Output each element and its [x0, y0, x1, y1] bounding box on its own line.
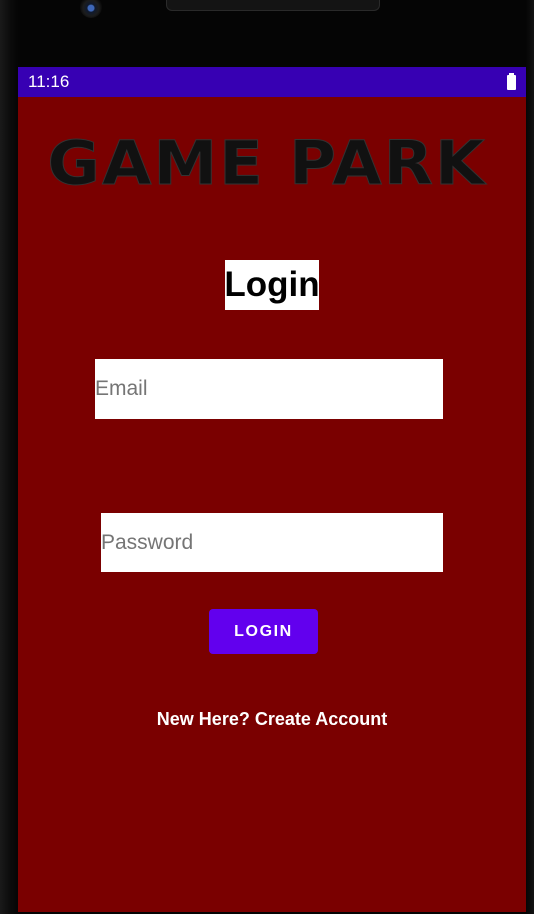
device-bezel-left	[0, 0, 18, 914]
game-park-logo: GAME PARK	[47, 128, 487, 200]
earpiece-speaker	[166, 0, 380, 11]
create-account-link[interactable]: New Here? Create Account	[18, 709, 526, 730]
status-bar: 11:16	[18, 67, 526, 97]
phone-device: 11:16 GAME PARK Login LOGIN New Here? Cr…	[0, 0, 534, 914]
status-time: 11:16	[28, 72, 70, 91]
battery-full-icon	[507, 72, 516, 90]
front-camera-icon	[80, 0, 102, 18]
password-field[interactable]	[101, 513, 443, 572]
email-field[interactable]	[95, 359, 443, 419]
device-bezel-right	[526, 0, 534, 914]
login-button[interactable]: LOGIN	[209, 609, 318, 654]
login-title: Login	[224, 260, 320, 310]
app-screen: 11:16 GAME PARK Login LOGIN New Here? Cr…	[18, 67, 526, 912]
